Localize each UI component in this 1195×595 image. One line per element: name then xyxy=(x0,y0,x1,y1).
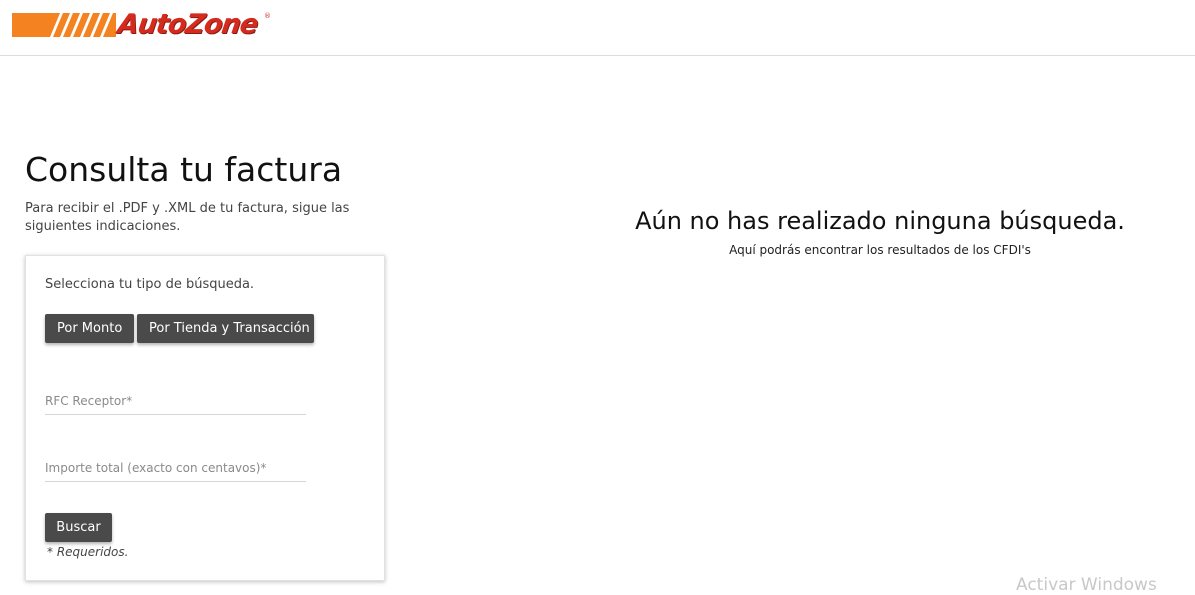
top-header: AutoZone ® xyxy=(0,0,1195,56)
autozone-logo[interactable]: AutoZone ® xyxy=(12,9,271,42)
logo-wordmark: AutoZone xyxy=(115,9,260,40)
search-by-store-transaction-button[interactable]: Por Tienda y Transacción xyxy=(137,314,314,343)
rfc-receptor-input[interactable] xyxy=(45,387,306,415)
page-title: Consulta tu factura xyxy=(25,150,343,189)
page-subtitle: Para recibir el .PDF y .XML de tu factur… xyxy=(25,201,350,234)
importe-total-input[interactable] xyxy=(45,454,306,482)
search-button[interactable]: Buscar xyxy=(45,513,112,542)
logo-stripes-icon xyxy=(12,13,116,37)
search-by-amount-button[interactable]: Por Monto xyxy=(45,314,134,343)
required-fields-note: * Requeridos. xyxy=(47,545,129,559)
trademark-symbol: ® xyxy=(264,12,271,20)
search-card: Selecciona tu tipo de búsqueda. Por Mont… xyxy=(25,255,385,581)
windows-activation-watermark: Activar Windows xyxy=(1016,575,1157,595)
search-type-instruction: Selecciona tu tipo de búsqueda. xyxy=(45,277,255,292)
empty-results-subtitle: Aquí podrás encontrar los resultados de … xyxy=(729,243,1031,257)
empty-results-title: Aún no has realizado ninguna búsqueda. xyxy=(635,207,1125,235)
